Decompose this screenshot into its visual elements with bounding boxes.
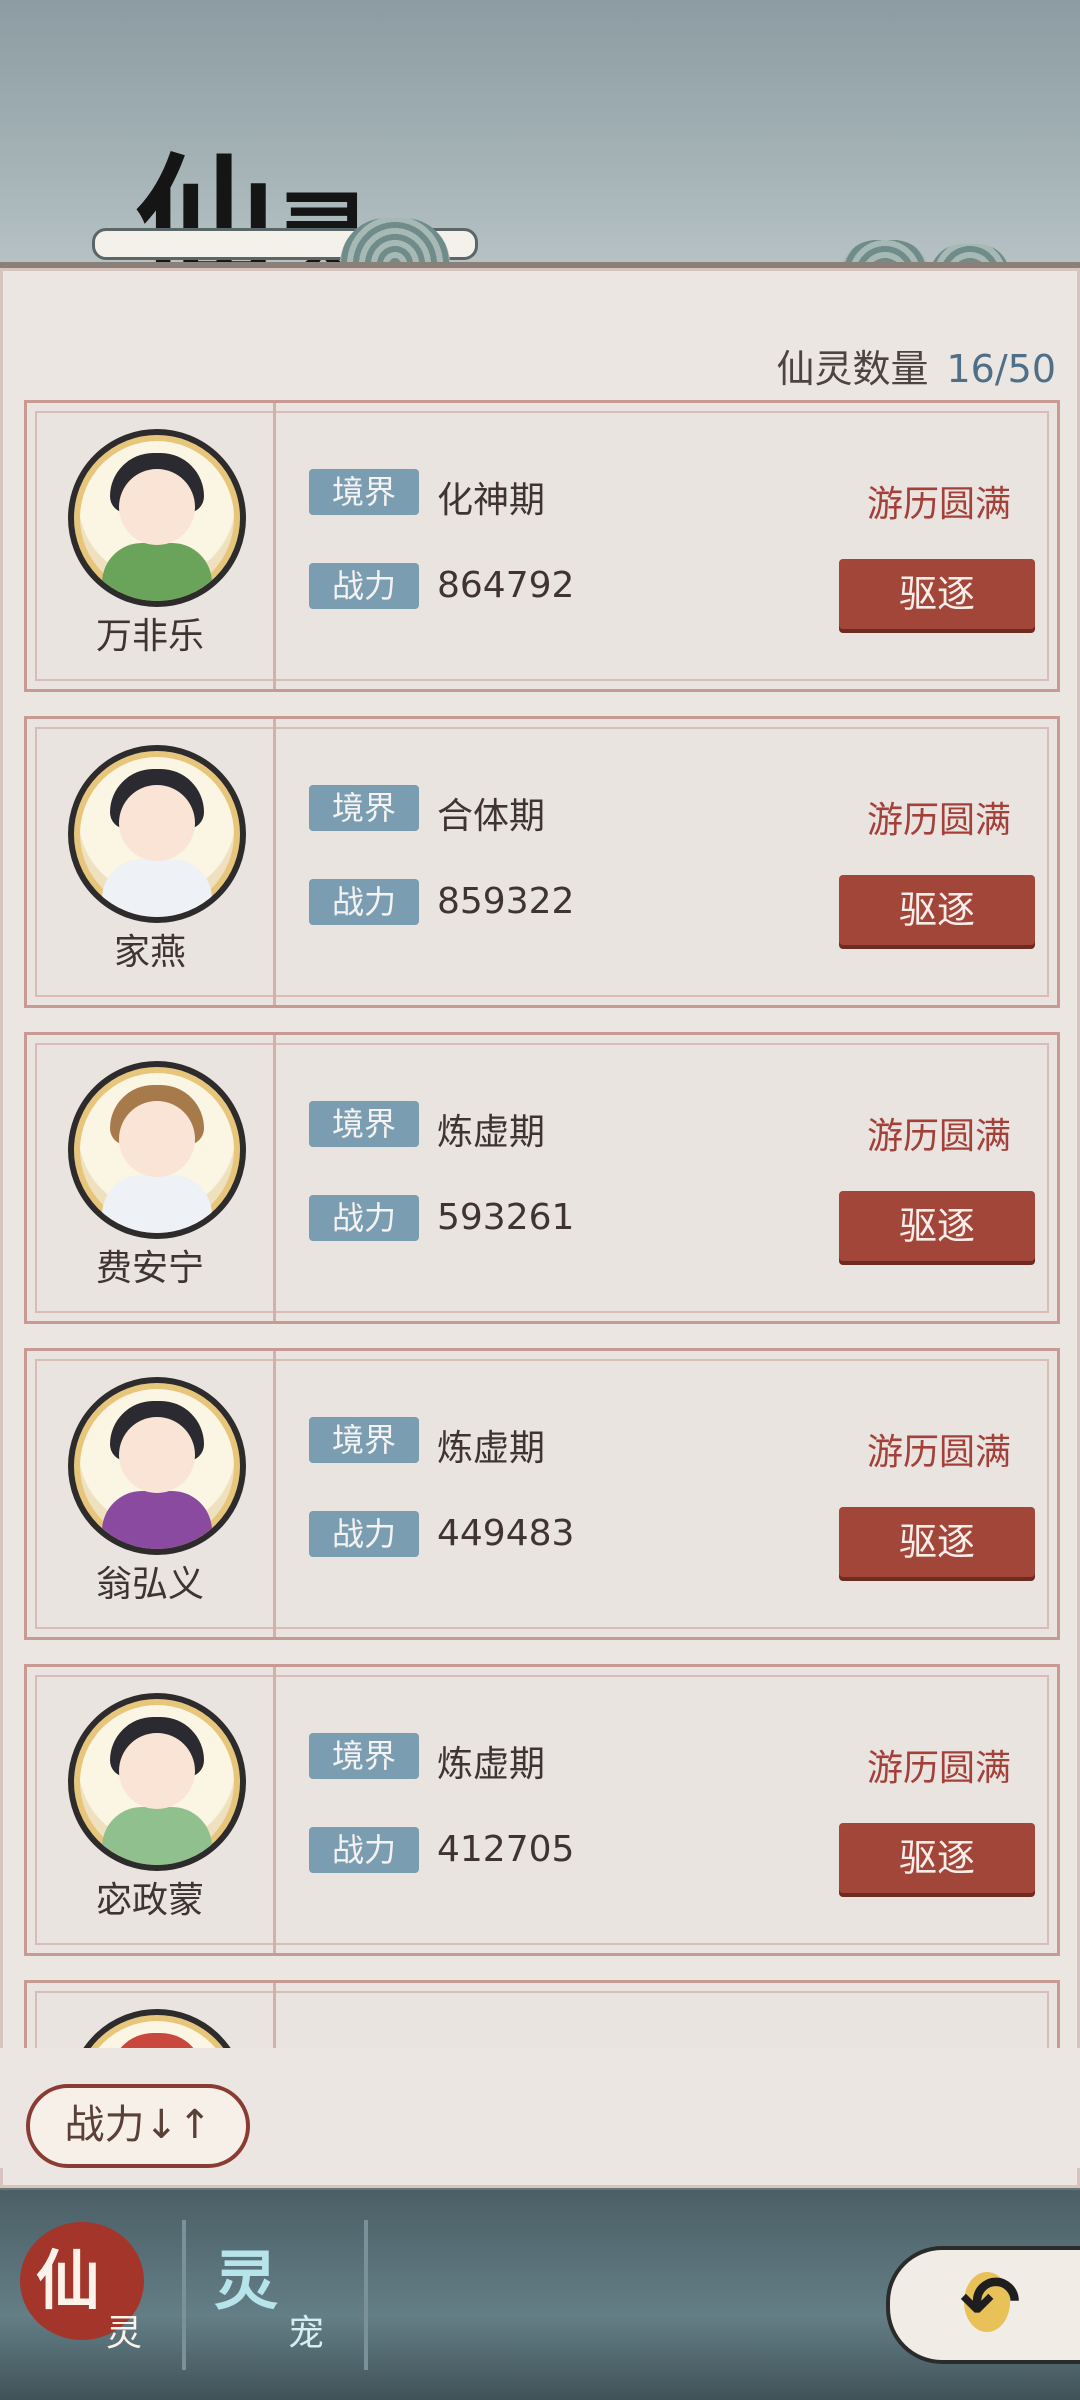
spirit-name: 费安宁 <box>95 1248 204 1289</box>
tab-separator <box>182 2220 186 2370</box>
tab-pets-main: 灵 <box>214 2244 278 2319</box>
expel-button[interactable]: 驱逐 <box>839 1507 1035 1577</box>
travel-status: 游历圆满 <box>866 1748 1011 1789</box>
realm-tag: 境界 <box>309 1101 419 1147</box>
spirit-name: 家燕 <box>113 932 186 973</box>
card-divider <box>273 1667 276 1953</box>
power-value: 593261 <box>437 1197 575 1238</box>
spirit-count: 仙灵数量 16/50 <box>776 338 1056 393</box>
realm-value: 炼虚期 <box>437 1112 546 1153</box>
realm-tag: 境界 <box>309 1733 419 1779</box>
expel-button[interactable]: 驱逐 <box>839 559 1035 629</box>
avatar-robe <box>102 543 212 601</box>
card-divider <box>273 719 276 1005</box>
spirit-name: 宓政蒙 <box>95 1880 204 1921</box>
realm-value: 化神期 <box>437 480 546 521</box>
spirit-card[interactable]: 家燕 境界 合体期 战力 859322 游历圆满 驱逐 <box>24 716 1060 1008</box>
avatar-robe <box>102 1807 212 1865</box>
card-divider <box>273 1035 276 1321</box>
bottom-nav: 仙 灵 灵 宠 ↶ <box>0 2190 1080 2400</box>
power-tag: 战力 <box>309 879 419 925</box>
tab-spirits-sub: 灵 <box>106 2313 143 2354</box>
expel-button[interactable]: 驱逐 <box>839 1191 1035 1261</box>
avatar-face <box>119 469 195 545</box>
tab-pets-sub: 宠 <box>288 2313 325 2354</box>
avatar-face <box>119 785 195 861</box>
spirit-avatar[interactable] <box>68 429 246 607</box>
spirit-name: 万非乐 <box>95 616 204 657</box>
spirit-card[interactable]: 万非乐 境界 化神期 战力 864792 游历圆满 驱逐 <box>24 400 1060 692</box>
avatar-robe <box>102 1491 212 1549</box>
realm-value: 炼虚期 <box>437 1428 546 1469</box>
travel-status: 游历圆满 <box>866 1432 1011 1473</box>
spirit-name: 翁弘义 <box>95 1564 204 1605</box>
sort-bar: 战力↓↑ <box>0 2048 1080 2168</box>
realm-tag: 境界 <box>309 785 419 831</box>
power-tag: 战力 <box>309 1195 419 1241</box>
spirit-card[interactable]: 宓政蒙 境界 炼虚期 战力 412705 游历圆满 驱逐 <box>24 1664 1060 1956</box>
expel-button[interactable]: 驱逐 <box>839 875 1035 945</box>
avatar-face <box>119 1101 195 1177</box>
avatar-face <box>119 1417 195 1493</box>
spirit-avatar[interactable] <box>68 1693 246 1871</box>
tab-separator <box>364 2220 368 2370</box>
avatar-face <box>119 1733 195 1809</box>
spirit-avatar[interactable] <box>68 1377 246 1555</box>
spirit-avatar[interactable] <box>68 745 246 923</box>
card-divider <box>273 403 276 689</box>
tab-spirits[interactable]: 仙 灵 <box>6 2208 176 2378</box>
power-value: 864792 <box>437 565 575 606</box>
power-tag: 战力 <box>309 1511 419 1557</box>
power-value: 449483 <box>437 1513 575 1554</box>
travel-status: 游历圆满 <box>866 800 1011 841</box>
power-value: 412705 <box>437 1829 575 1870</box>
spirit-avatar[interactable] <box>68 1061 246 1239</box>
power-tag: 战力 <box>309 563 419 609</box>
travel-status: 游历圆满 <box>866 484 1011 525</box>
realm-tag: 境界 <box>309 469 419 515</box>
power-tag: 战力 <box>309 1827 419 1873</box>
realm-value: 合体期 <box>437 796 546 837</box>
spirit-count-label: 仙灵数量 <box>776 347 929 391</box>
sort-by-power-button[interactable]: 战力↓↑ <box>26 2084 250 2168</box>
travel-status: 游历圆满 <box>866 1116 1011 1157</box>
realm-value: 炼虚期 <box>437 1744 546 1785</box>
avatar-robe <box>102 859 212 917</box>
back-arrow-icon: ↶ <box>960 2260 1021 2344</box>
spirit-panel: 仙灵数量 16/50 万非乐 境界 化神期 战力 864792 游历圆满 驱逐 <box>0 262 1080 2196</box>
expel-button[interactable]: 驱逐 <box>839 1823 1035 1893</box>
back-button[interactable]: ↶ <box>886 2246 1080 2364</box>
spirit-list[interactable]: 万非乐 境界 化神期 战力 864792 游历圆满 驱逐 家燕 境界 合体期 战… <box>24 400 1060 2060</box>
tab-spirits-main: 仙 <box>36 2244 100 2319</box>
realm-tag: 境界 <box>309 1417 419 1463</box>
spirit-count-value: 16/50 <box>946 347 1056 391</box>
spirit-card[interactable]: 翁弘义 境界 炼虚期 战力 449483 游历圆满 驱逐 <box>24 1348 1060 1640</box>
power-value: 859322 <box>437 881 575 922</box>
spirit-card[interactable]: 费安宁 境界 炼虚期 战力 593261 游历圆满 驱逐 <box>24 1032 1060 1324</box>
card-divider <box>273 1351 276 1637</box>
tab-pets[interactable]: 灵 宠 <box>190 2208 360 2378</box>
avatar-robe <box>102 1175 212 1233</box>
